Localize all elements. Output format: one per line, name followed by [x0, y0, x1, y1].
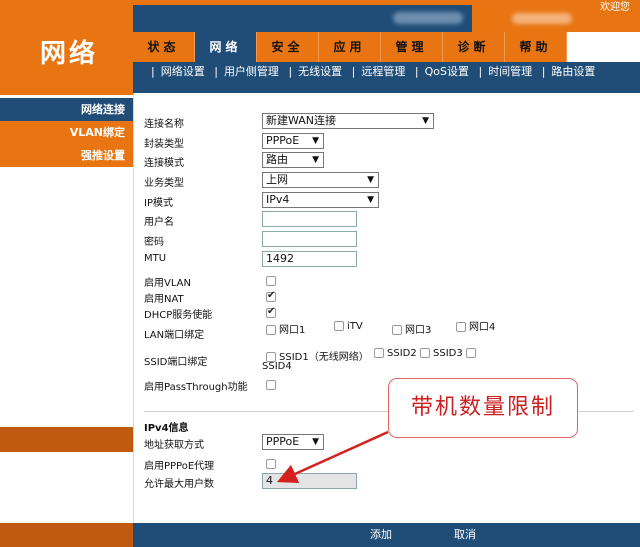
- row-connection-name: 连接名称 新建WAN连接 ▼: [144, 113, 634, 131]
- ip-mode-select[interactable]: IPv4 ▼: [262, 192, 379, 208]
- sidebar-item-network-connection[interactable]: 网络连接: [0, 98, 133, 121]
- top-info-bar: 欢迎您: [133, 2, 640, 32]
- ssid-3-option[interactable]: SSID3: [420, 348, 463, 359]
- ssid-4-checkbox-only[interactable]: [466, 348, 479, 359]
- row-ssid-binding: SSID端口绑定 SSID1（无线网络） SSID2 SSID3 SSID4: [144, 348, 634, 374]
- row-encapsulation: 封装类型 PPPoE ▼: [144, 133, 634, 151]
- cancel-button[interactable]: 取消: [443, 526, 487, 544]
- row-lan-binding: LAN端口绑定 网口1 iTV 网口3 网口4: [144, 321, 634, 347]
- subnav-qos[interactable]: QoS设置: [425, 65, 469, 78]
- encapsulation-select[interactable]: PPPoE ▼: [262, 133, 324, 149]
- subnav-user-side[interactable]: 用户侧管理: [224, 65, 279, 78]
- username-input[interactable]: [262, 211, 357, 227]
- dhcp-checkbox[interactable]: [266, 306, 276, 318]
- label-connection-mode: 连接模式: [144, 158, 184, 169]
- label-lan-binding: LAN端口绑定: [144, 330, 205, 341]
- label-enable-vlan: 启用VLAN: [144, 278, 191, 289]
- subnav-time[interactable]: 时间管理: [488, 65, 532, 78]
- vlan-checkbox[interactable]: [266, 276, 276, 286]
- label-dhcp-enable: DHCP服务使能: [144, 310, 213, 321]
- sidebar: 网络连接 VLAN绑定 强推设置: [0, 95, 133, 547]
- chevron-down-icon: ▼: [367, 175, 374, 185]
- tab-network[interactable]: 网络: [195, 32, 257, 62]
- footer-left: [0, 523, 133, 547]
- label-max-users: 允许最大用户数: [144, 479, 214, 490]
- label-mtu: MTU: [144, 253, 167, 264]
- label-service-type: 业务类型: [144, 178, 184, 189]
- row-mtu: MTU 1492: [144, 251, 634, 269]
- label-addr-method: 地址获取方式: [144, 440, 204, 451]
- lan-port-4-checkbox[interactable]: [456, 322, 466, 332]
- chevron-down-icon: ▼: [422, 116, 429, 126]
- lan-port-1-option[interactable]: 网口1: [266, 321, 305, 336]
- tab-management[interactable]: 管理: [381, 32, 443, 62]
- welcome-text: 欢迎您: [600, 2, 630, 13]
- subnav-network-settings[interactable]: 网络设置: [161, 65, 205, 78]
- service-type-select[interactable]: 上网 ▼: [262, 172, 379, 188]
- passthrough-checkbox[interactable]: [266, 380, 276, 390]
- label-username: 用户名: [144, 217, 174, 228]
- password-input[interactable]: [262, 231, 357, 247]
- row-connection-mode: 连接模式 路由 ▼: [144, 152, 634, 170]
- row-dhcp: DHCP服务使能: [144, 304, 634, 322]
- row-password: 密码: [144, 231, 634, 249]
- chevron-down-icon: ▼: [312, 155, 319, 165]
- sidebar-footer: [0, 427, 133, 452]
- label-pppoe-proxy: 启用PPPoE代理: [144, 461, 215, 472]
- chevron-down-icon: ▼: [367, 195, 374, 205]
- label-enable-nat: 启用NAT: [144, 294, 184, 305]
- sub-navigation: | 网络设置 | 用户侧管理 | 无线设置 | 远程管理 | QoS设置 | 时间管理 | 路…: [133, 62, 640, 93]
- label-connection-name: 连接名称: [144, 119, 184, 130]
- nav-blank: [570, 32, 640, 62]
- label-passthrough: 启用PassThrough功能: [144, 382, 248, 393]
- section-logo: 网络: [0, 5, 133, 95]
- connection-name-select[interactable]: 新建WAN连接 ▼: [262, 113, 434, 129]
- ssid-4-checkbox[interactable]: [466, 348, 476, 358]
- ipv4-section-title: IPv4信息: [144, 423, 189, 434]
- tab-security[interactable]: 安全: [257, 32, 319, 62]
- label-password: 密码: [144, 237, 164, 248]
- row-service-type: 业务类型 上网 ▼: [144, 172, 634, 190]
- lan-port-3-checkbox[interactable]: [392, 325, 402, 335]
- top-user-area: 欢迎您: [472, 2, 640, 32]
- blurred-user-info: [512, 13, 572, 24]
- blurred-device-info: [393, 12, 463, 24]
- mtu-input[interactable]: 1492: [262, 251, 357, 267]
- subnav-wireless[interactable]: 无线设置: [298, 65, 342, 78]
- tab-application[interactable]: 应用: [319, 32, 381, 62]
- lan-port-itv-option[interactable]: iTV: [334, 321, 363, 332]
- chevron-down-icon: ▼: [312, 136, 319, 146]
- tab-help[interactable]: 帮助: [505, 32, 567, 62]
- row-username: 用户名: [144, 211, 634, 229]
- tab-status[interactable]: 状态: [133, 32, 195, 62]
- subnav-remote[interactable]: 远程管理: [361, 65, 405, 78]
- lan-port-4-option[interactable]: 网口4: [456, 321, 506, 335]
- tab-diagnosis[interactable]: 诊断: [443, 32, 505, 62]
- label-ssid-binding: SSID端口绑定: [144, 357, 208, 368]
- footer-bar: 添加 取消: [133, 523, 640, 547]
- nat-checkbox[interactable]: [266, 290, 276, 302]
- ssid-2-option[interactable]: SSID2: [374, 348, 417, 359]
- label-ip-mode: IP模式: [144, 198, 173, 209]
- ssid-4-label: SSID4: [262, 361, 292, 372]
- add-button[interactable]: 添加: [361, 526, 401, 544]
- sidebar-item-push-settings[interactable]: 强推设置: [0, 144, 133, 167]
- sidebar-item-vlan-binding[interactable]: VLAN绑定: [0, 121, 133, 144]
- subnav-routing[interactable]: 路由设置: [551, 65, 595, 78]
- connection-mode-select[interactable]: 路由 ▼: [262, 152, 324, 168]
- lan-port-1-checkbox[interactable]: [266, 325, 276, 335]
- label-encapsulation: 封装类型: [144, 139, 184, 150]
- annotation-callout: 带机数量限制: [388, 378, 578, 438]
- ssid-3-checkbox[interactable]: [420, 348, 430, 358]
- row-ip-mode: IP模式 IPv4 ▼: [144, 192, 634, 210]
- main-navigation: 状态 网络 安全 应用 管理 诊断 帮助: [133, 32, 570, 62]
- lan-port-itv-checkbox[interactable]: [334, 321, 344, 331]
- ssid-2-checkbox[interactable]: [374, 348, 384, 358]
- lan-port-3-option[interactable]: 网口3: [392, 321, 431, 336]
